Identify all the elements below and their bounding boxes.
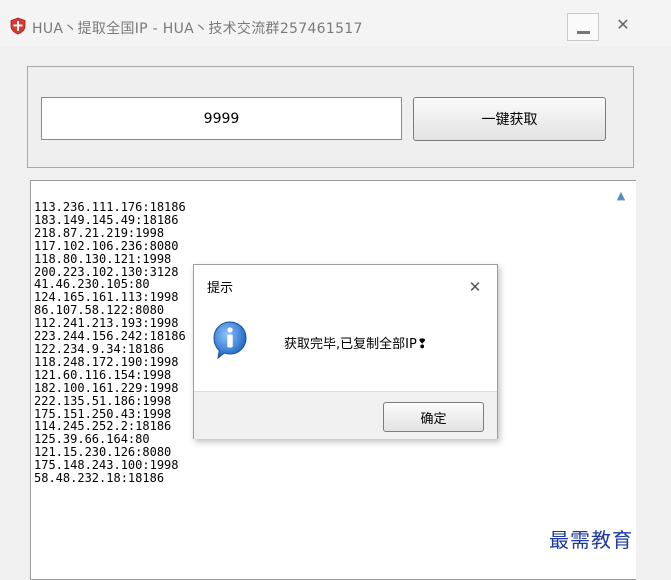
ip-list-item: 113.236.111.176:18186 [34, 200, 186, 214]
dialog-close-button[interactable]: ✕ [466, 278, 484, 296]
ip-list-item: 218.87.21.219:1998 [34, 225, 165, 240]
count-input[interactable] [41, 97, 402, 140]
dialog-message: 获取完毕,已复制全部IP❢ [284, 337, 428, 352]
ip-list-item: 117.102.106.236:8080 [34, 238, 179, 253]
ok-button[interactable]: 确定 [383, 402, 484, 432]
watermark-logo: 最需教育 [549, 528, 633, 552]
get-ip-button[interactable]: 一键获取 [413, 97, 606, 141]
message-dialog: 提示 ✕ 获取完毕,已复制全部IP❢ 确定 [193, 264, 498, 439]
minimize-button[interactable] [567, 13, 599, 41]
ip-list-item: 122.234.9.34:18186 [34, 341, 165, 356]
ip-list-item: 58.48.232.18:18186 [34, 471, 165, 486]
dialog-title: 提示 [207, 281, 234, 296]
ip-list-item: 121.60.116.154:1998 [34, 367, 172, 382]
info-icon [213, 321, 247, 360]
ip-list-item: 118.80.130.121:1998 [34, 251, 172, 266]
ip-list-item: 222.135.51.186:1998 [34, 393, 172, 408]
ip-list: 113.236.111.176:18186 183.149.145.49:1818… [34, 201, 186, 485]
scroll-up-icon[interactable]: ▲ [613, 188, 629, 204]
ip-list-item: 183.149.145.49:18186 [34, 212, 179, 227]
close-icon: ✕ [616, 15, 630, 34]
dialog-footer: 确定 [194, 391, 497, 439]
window-title: HUA丶提取全国IP - HUA丶技术交流群257461517 [32, 21, 363, 37]
title-bar: HUA丶提取全国IP - HUA丶技术交流群257461517 ✕ [0, 0, 671, 46]
close-button[interactable]: ✕ [612, 14, 634, 36]
shield-icon [10, 17, 26, 35]
ip-list-item: 118.248.172.190:1998 [34, 354, 179, 369]
ip-list-item: 182.100.161.229:1998 [34, 380, 179, 395]
close-icon: ✕ [468, 278, 482, 296]
